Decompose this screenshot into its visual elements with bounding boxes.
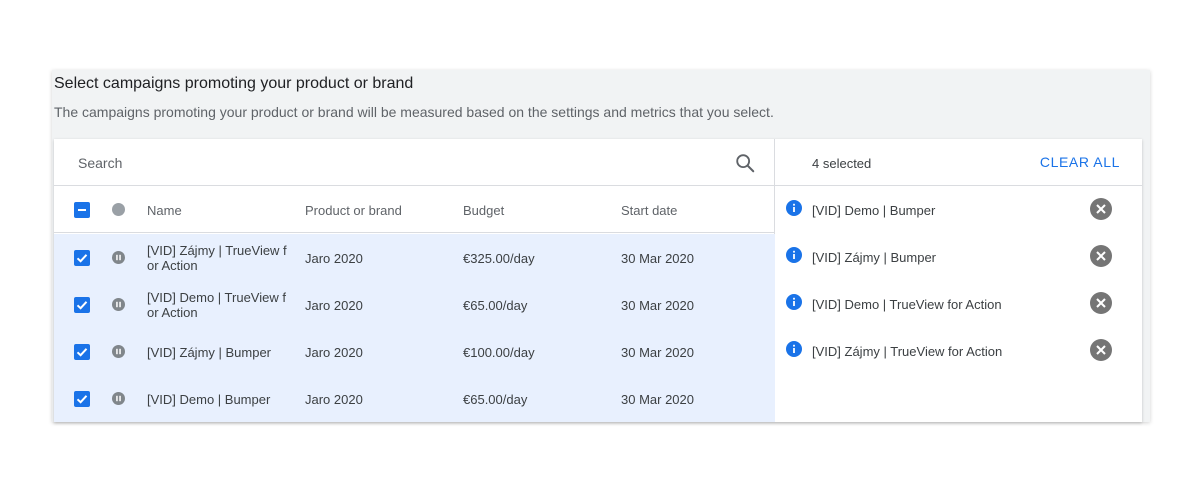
row-checkbox[interactable] xyxy=(74,297,90,313)
selected-list: [VID] Demo | Bumper [VID] Zájmy | Bumper… xyxy=(775,186,1142,374)
paused-status-icon xyxy=(112,345,125,358)
table-row[interactable]: [VID] Demo | TrueView for Action Jaro 20… xyxy=(54,281,775,328)
campaign-rows: [VID] Zájmy | TrueView for Action Jaro 2… xyxy=(54,234,775,422)
paused-status-icon xyxy=(112,251,125,264)
campaign-picker-card: Name Product or brand Budget Start date … xyxy=(54,139,1142,422)
paused-status-icon xyxy=(112,298,125,311)
campaign-start-date: 30 Mar 2020 xyxy=(621,298,694,313)
column-header-budget[interactable]: Budget xyxy=(463,203,504,218)
search-bar xyxy=(54,139,775,186)
selected-item-name: [VID] Demo | TrueView for Action xyxy=(812,297,1002,312)
campaign-budget: €100.00/day xyxy=(463,345,535,360)
campaign-start-date: 30 Mar 2020 xyxy=(621,392,694,407)
campaign-budget: €65.00/day xyxy=(463,298,528,313)
selected-campaigns-pane: 4 selected CLEAR ALL [VID] Demo | Bumper… xyxy=(775,139,1142,422)
selected-item-name: [VID] Zájmy | Bumper xyxy=(812,250,937,265)
column-header-start-date[interactable]: Start date xyxy=(621,203,677,218)
table-row[interactable]: [VID] Demo | Bumper Jaro 2020 €65.00/day… xyxy=(54,375,775,422)
campaign-product: Jaro 2020 xyxy=(305,345,363,360)
column-header-name[interactable]: Name xyxy=(147,203,182,218)
info-icon[interactable] xyxy=(786,200,802,216)
row-checkbox[interactable] xyxy=(74,344,90,360)
info-icon[interactable] xyxy=(786,247,802,263)
column-header-product[interactable]: Product or brand xyxy=(305,203,402,218)
selected-item-name: [VID] Zájmy | TrueView for Action xyxy=(812,344,1003,359)
remove-icon[interactable] xyxy=(1090,245,1112,267)
campaign-list-pane: Name Product or brand Budget Start date … xyxy=(54,139,775,422)
campaign-budget: €325.00/day xyxy=(463,251,535,266)
section-description: The campaigns promoting your product or … xyxy=(54,104,774,120)
section-title: Select campaigns promoting your product … xyxy=(54,75,414,92)
table-header: Name Product or brand Budget Start date xyxy=(54,186,775,233)
row-checkbox[interactable] xyxy=(74,250,90,266)
status-header-icon xyxy=(112,203,125,216)
check-icon xyxy=(76,348,88,357)
campaign-product: Jaro 2020 xyxy=(305,298,363,313)
table-row[interactable]: [VID] Zájmy | TrueView for Action Jaro 2… xyxy=(54,234,775,281)
selected-item: [VID] Demo | TrueView for Action xyxy=(775,280,1142,327)
campaign-name: [VID] Demo | TrueView for Action xyxy=(147,290,286,320)
campaign-product: Jaro 2020 xyxy=(305,251,363,266)
search-input[interactable] xyxy=(78,151,698,175)
campaign-start-date: 30 Mar 2020 xyxy=(621,251,694,266)
campaign-name: [VID] Zájmy | TrueView for Action xyxy=(147,243,287,273)
check-icon xyxy=(76,395,88,404)
paused-status-icon xyxy=(112,392,125,405)
selected-item: [VID] Zájmy | TrueView for Action xyxy=(775,327,1142,374)
selected-item: [VID] Zájmy | Bumper xyxy=(775,233,1142,280)
campaign-selection-panel: Select campaigns promoting your product … xyxy=(52,70,1150,422)
campaign-product: Jaro 2020 xyxy=(305,392,363,407)
check-icon xyxy=(76,254,88,263)
check-icon xyxy=(76,301,88,310)
selection-header: 4 selected CLEAR ALL xyxy=(775,139,1142,186)
campaign-budget: €65.00/day xyxy=(463,392,528,407)
indeterminate-icon xyxy=(78,209,86,211)
campaign-start-date: 30 Mar 2020 xyxy=(621,345,694,360)
row-checkbox[interactable] xyxy=(74,391,90,407)
clear-all-button[interactable]: CLEAR ALL xyxy=(1040,154,1120,170)
select-all-checkbox[interactable] xyxy=(74,202,90,218)
remove-icon[interactable] xyxy=(1090,292,1112,314)
selected-item: [VID] Demo | Bumper xyxy=(775,186,1142,233)
campaign-name: [VID] Zájmy | Bumper xyxy=(147,345,272,360)
table-row[interactable]: [VID] Zájmy | Bumper Jaro 2020 €100.00/d… xyxy=(54,328,775,375)
info-icon[interactable] xyxy=(786,341,802,357)
info-icon[interactable] xyxy=(786,294,802,310)
selected-item-name: [VID] Demo | Bumper xyxy=(812,203,936,218)
selected-count: 4 selected xyxy=(812,156,872,171)
remove-icon[interactable] xyxy=(1090,198,1112,220)
campaign-name: [VID] Demo | Bumper xyxy=(147,392,271,407)
search-icon[interactable] xyxy=(734,152,756,174)
remove-icon[interactable] xyxy=(1090,339,1112,361)
